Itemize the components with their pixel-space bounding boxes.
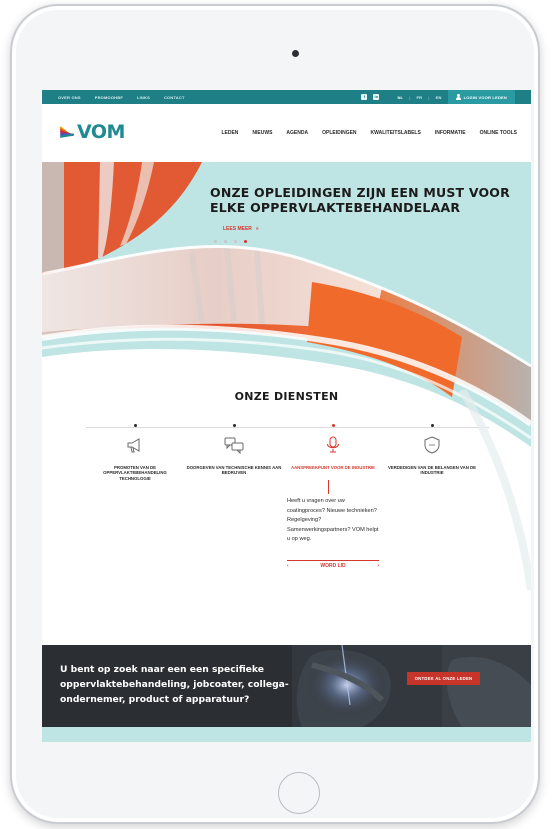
home-button[interactable]: [278, 772, 320, 814]
slider-dot[interactable]: [224, 240, 227, 243]
vom-logo[interactable]: VOM: [59, 121, 125, 143]
arrow-right-icon: »: [255, 226, 259, 232]
logo-mark-icon: [59, 124, 76, 140]
decorative-swoosh: [458, 390, 531, 591]
hero-title: ONZE OPLEIDINGEN ZIJN EEN MUST VOOR ELKE…: [210, 185, 510, 215]
linkedin-icon[interactable]: in: [373, 94, 380, 100]
front-camera: [292, 50, 299, 57]
menu-item-leden[interactable]: LEDEN: [221, 130, 238, 136]
microphone-icon: [327, 436, 339, 453]
slider-dot[interactable]: [234, 240, 237, 243]
footer-strip: [42, 727, 531, 742]
service-cta-row: ‹ WORD LID ›: [287, 560, 379, 570]
slider-pagination: [214, 240, 247, 243]
user-icon: [455, 94, 461, 100]
service-label: DOORGEVEN VAN TECHNISCHE KENNIS AAN BEDR…: [186, 465, 282, 476]
shield-icon: [424, 436, 440, 454]
slider-dot[interactable]: [214, 240, 217, 243]
active-service-connector: [328, 480, 329, 494]
main-menu: LEDEN NIEUWS AGENDA OPLEIDINGEN KWALITEI…: [221, 130, 517, 136]
service-item-promoten[interactable]: PROMOTEN VAN DE OPPERVLAKTEBEHANDELING T…: [87, 424, 183, 481]
discover-members-button[interactable]: ONTDEK AL ONZE LEDEN: [407, 672, 480, 685]
menu-item-online-tools[interactable]: ONLINE TOOLS: [480, 130, 517, 136]
utility-link-contact[interactable]: CONTACT: [164, 95, 185, 100]
main-navigation: VOM LEDEN NIEUWS AGENDA OPLEIDINGEN KWAL…: [42, 104, 531, 162]
tablet-screen: OVER ONS PROMOOHBF LINKS CONTACT f in NL…: [42, 90, 531, 742]
megaphone-icon: [127, 438, 140, 453]
hero-read-more-link[interactable]: LEES MEER »: [223, 226, 259, 232]
chevron-right-icon[interactable]: ›: [377, 563, 379, 569]
language-en[interactable]: EN: [436, 95, 442, 100]
utility-link-over-ons[interactable]: OVER ONS: [58, 95, 81, 100]
facebook-icon[interactable]: f: [361, 94, 368, 100]
chevron-left-icon[interactable]: ‹: [287, 563, 289, 569]
menu-item-informatie[interactable]: INFORMATIE: [435, 130, 466, 136]
service-label: AANSPREEKPUNT VOOR DE INDUSTRIE: [290, 465, 376, 470]
menu-item-kwaliteitslabels[interactable]: KWALITEITSLABELS: [371, 130, 421, 136]
utility-bar: OVER ONS PROMOOHBF LINKS CONTACT f in NL…: [42, 90, 531, 104]
service-label: PROMOTEN VAN DE OPPERVLAKTEBEHANDELING T…: [103, 465, 167, 481]
hero-read-more-label: LEES MEER: [223, 226, 252, 232]
members-banner: U bent op zoek naar een een specifieke o…: [42, 645, 531, 727]
service-description: Heeft u vragen over uw coatingproces? Ni…: [287, 498, 379, 543]
service-item-aanspreekpunt[interactable]: AANSPREEKPUNT VOOR DE INDUSTRIE: [285, 424, 381, 470]
language-nl[interactable]: NL: [397, 95, 403, 100]
login-label: LOGIN VOOR LEDEN: [463, 94, 507, 100]
banner-text: U bent op zoek naar een een specifieke o…: [60, 664, 289, 705]
login-button[interactable]: LOGIN VOOR LEDEN: [447, 90, 515, 104]
chat-bubbles-icon: [224, 437, 244, 455]
word-lid-link[interactable]: WORD LID: [320, 563, 345, 569]
menu-item-opleidingen[interactable]: OPLEIDINGEN: [322, 130, 356, 136]
service-item-kennis[interactable]: DOORGEVEN VAN TECHNISCHE KENNIS AAN BEDR…: [186, 424, 282, 476]
language-fr[interactable]: FR: [417, 95, 423, 100]
utility-link-links[interactable]: LINKS: [137, 95, 150, 100]
utility-link-promo[interactable]: PROMOOHBF: [95, 95, 123, 100]
menu-item-nieuws[interactable]: NIEUWS: [252, 130, 272, 136]
menu-item-agenda[interactable]: AGENDA: [286, 130, 308, 136]
logo-text: VOM: [77, 121, 125, 143]
slider-dot-active[interactable]: [244, 240, 247, 243]
